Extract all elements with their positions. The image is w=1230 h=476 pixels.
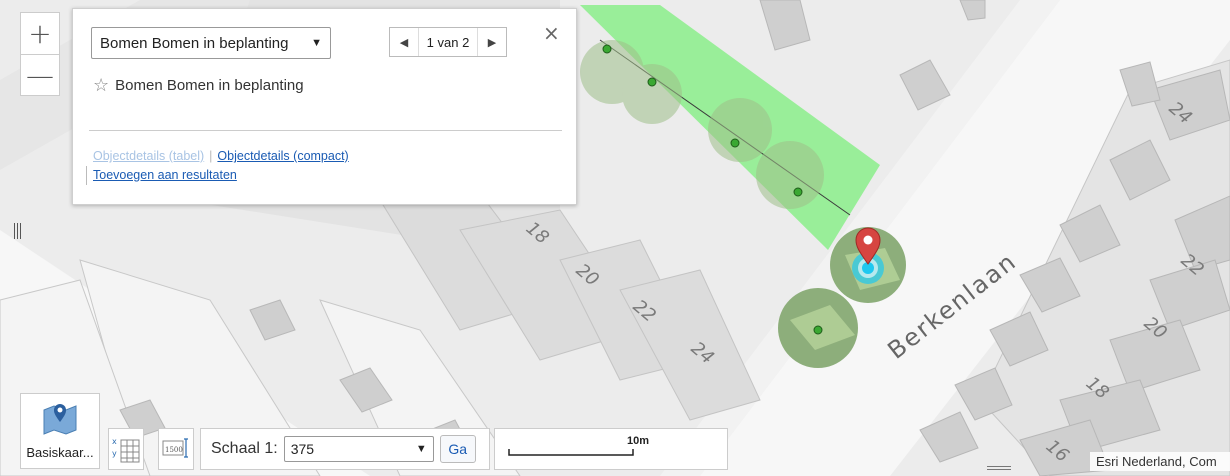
zoom-out-button[interactable]: — (21, 54, 59, 95)
basemap-icon (43, 404, 77, 435)
svg-text:1500: 1500 (165, 446, 183, 454)
star-icon[interactable]: ☆ (93, 75, 109, 96)
bottom-panel-handle[interactable] (987, 464, 1011, 474)
svg-text:y: y (112, 449, 117, 458)
chevron-down-icon: ▼ (415, 443, 427, 455)
add-to-results-link[interactable]: Toevoegen aan resultaten (93, 168, 237, 182)
chevron-down-icon: ▼ (311, 37, 322, 49)
coordinates-button[interactable]: x y (108, 428, 144, 470)
side-panel-handle[interactable] (12, 220, 22, 242)
attribution: Esri Nederland, Com (1090, 452, 1230, 471)
previous-feature-button[interactable]: ◀ (390, 28, 418, 56)
objectdetails-compact-link[interactable]: Objectdetails (compact) (217, 149, 348, 163)
zoom-in-button[interactable]: + (21, 13, 59, 54)
scale-tool-button[interactable]: 1500 (158, 428, 194, 470)
scale-select[interactable]: 375 ▼ (283, 436, 434, 462)
popup-divider (89, 130, 562, 131)
scale-control: Schaal 1: 375 ▼ Ga (200, 428, 490, 470)
scalebar-label: 10m (627, 435, 650, 447)
basemap-label: Basiskaar... (26, 445, 94, 460)
scale-select-value: 375 (290, 441, 315, 457)
svg-text:x: x (112, 437, 117, 446)
grid-coordinates-icon: x y (112, 437, 140, 463)
layer-select[interactable]: Bomen Bomen in beplanting ▼ (91, 27, 331, 59)
next-feature-button[interactable]: ▶ (478, 28, 506, 56)
feature-title: ☆ Bomen Bomen in beplanting (93, 75, 304, 96)
objectdetails-table-link: Objectdetails (tabel) (93, 149, 205, 163)
zoom-control: + — (20, 12, 60, 96)
basemap-button[interactable]: Basiskaar... (20, 393, 100, 469)
popup-links: Objectdetails (tabel) | Objectdetails (com… (86, 147, 349, 185)
feature-popup: Bomen Bomen in beplanting ▼ ◀ 1 van 2 ▶ … (72, 8, 577, 205)
scalebar: 10m (494, 428, 728, 470)
scale-label: Schaal 1: (211, 440, 278, 457)
close-popup-button[interactable]: × (543, 21, 560, 45)
pager-label: 1 van 2 (418, 28, 478, 56)
go-button[interactable]: Ga (439, 435, 476, 463)
scale-icon: 1500 (162, 438, 188, 458)
feature-pager: ◀ 1 van 2 ▶ (389, 27, 507, 57)
scalebar-line (508, 449, 634, 456)
feature-title-text: Bomen Bomen in beplanting (115, 77, 304, 94)
layer-select-value: Bomen Bomen in beplanting (100, 34, 289, 52)
